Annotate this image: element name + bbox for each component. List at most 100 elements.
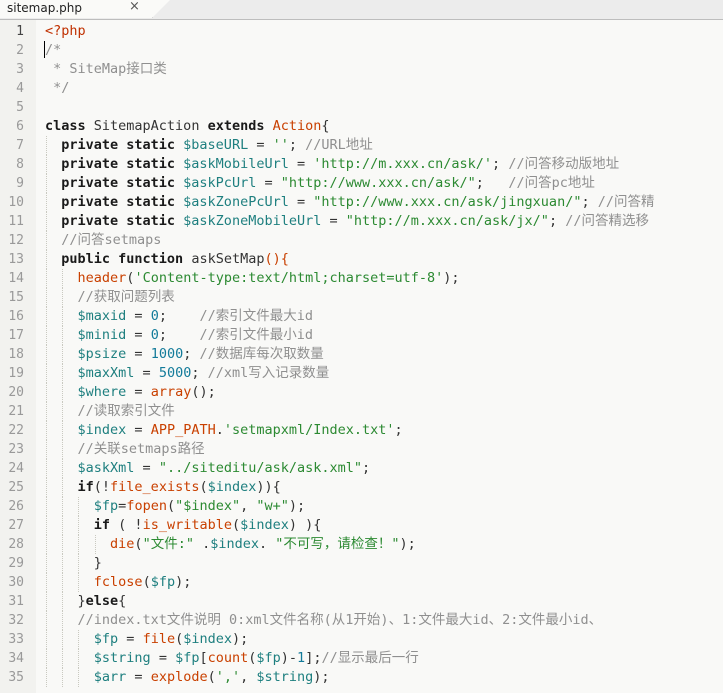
- code-line: * SiteMap接口类: [45, 60, 167, 79]
- indent-guide: [46, 155, 47, 174]
- code-token: '': [272, 137, 289, 153]
- indent-guide: [46, 554, 47, 573]
- indent-guide: [46, 193, 47, 212]
- code-token: );: [443, 270, 460, 286]
- indent-guide: [78, 497, 80, 516]
- indent-guide: [62, 421, 64, 440]
- code-token: .: [193, 536, 211, 552]
- code-token: 0: [150, 327, 159, 343]
- indent-guide: [62, 516, 64, 535]
- code-token: .: [215, 422, 224, 438]
- indent-guide: [62, 440, 64, 459]
- indent-guide: [46, 459, 47, 478]
- indent-guide: [46, 421, 47, 440]
- code-token: ( !: [110, 517, 143, 533]
- line-number: 10: [8, 195, 24, 210]
- code-token: $minid: [77, 327, 127, 343]
- code-editor[interactable]: 1 2 3 4 5 6 7 8 9 10 11 12 13 14 15 16 17 18 19 20 21 22 23 24 2…: [0, 20, 723, 693]
- code-token: );: [313, 669, 330, 685]
- code-line: }: [45, 554, 102, 573]
- indent-guide: [62, 592, 64, 611]
- indent-guide: [46, 440, 47, 459]
- code-token: private static: [45, 156, 184, 172]
- tab-label: sitemap.php: [7, 1, 82, 15]
- code-token: //问答pc地址: [508, 175, 595, 191]
- indent-guide: [46, 402, 47, 421]
- code-token: (: [207, 669, 216, 685]
- indent-guide: [46, 478, 47, 497]
- code-token: );: [288, 498, 306, 514]
- code-line: if(!file_exists($index)){: [45, 478, 281, 497]
- indent-guide: [62, 497, 64, 516]
- code-line: $where = array();: [45, 383, 216, 402]
- code-token: file_exists: [110, 479, 200, 495]
- code-line: //index.txt文件说明 0:xml文件名称(从1开始)、1:文件最大id…: [45, 611, 603, 630]
- code-token: //URL地址: [305, 137, 373, 153]
- code-token: .: [259, 536, 276, 552]
- code-line: header('Content-type:text/html;charset=u…: [45, 269, 460, 288]
- code-token: "http://www.xxx.cn/ask/": [280, 175, 476, 191]
- code-token: $baseURL: [183, 137, 249, 153]
- code-token: //索引文件最小id: [199, 327, 313, 343]
- code-token: file: [142, 631, 176, 647]
- code-token: fopen: [126, 498, 167, 514]
- code-token: =: [118, 631, 143, 647]
- code-line: fclose($fp);: [45, 573, 192, 592]
- code-token: private static: [45, 213, 184, 229]
- code-token: =: [288, 156, 314, 172]
- code-token: 5000: [158, 365, 192, 381]
- indent-guide: [78, 649, 80, 668]
- line-number: 6: [16, 119, 24, 134]
- line-number: 8: [16, 157, 24, 172]
- tab-sitemap-php[interactable]: sitemap.php ×: [0, 0, 153, 18]
- line-number: 3: [16, 62, 24, 77]
- code-token: APP_PATH: [150, 422, 216, 438]
- code-token: ];: [305, 650, 322, 666]
- indent-guide: [62, 573, 64, 592]
- code-token: ;: [158, 327, 200, 343]
- code-token: $askZoneMobileUrl: [183, 213, 322, 229]
- code-token: private static: [45, 137, 184, 153]
- close-icon[interactable]: ×: [129, 0, 140, 14]
- code-line: $index = APP_PATH.'setmapxml/Index.txt';: [45, 421, 403, 440]
- indent-guide: [62, 554, 64, 573]
- code-token: ;: [362, 460, 371, 476]
- code-token: $fp: [175, 650, 200, 666]
- line-number: 7: [16, 138, 24, 153]
- code-token: "../siteditu/ask/ask.xml": [158, 460, 363, 476]
- code-token: $string: [93, 650, 151, 666]
- code-token: );: [175, 574, 192, 590]
- indent-guide: [62, 630, 64, 649]
- code-line: $arr = explode(',', $string);: [45, 668, 330, 687]
- code-line: private static $askMobileUrl = 'http://m…: [45, 155, 619, 174]
- code-line: /*: [45, 41, 61, 60]
- code-token: //问答精: [597, 194, 655, 210]
- code-token: /*: [45, 42, 62, 58]
- code-area[interactable]: <?php /* * SiteMap接口类 */ class SitemapActi…: [45, 20, 723, 693]
- indent-guide: [46, 668, 47, 687]
- code-token: //问答移动版地址: [508, 156, 620, 172]
- line-number: 11: [8, 214, 24, 229]
- indent-guide: [78, 516, 80, 535]
- code-token: */: [45, 80, 70, 96]
- indent-guide: [62, 402, 64, 421]
- indent-guide: [46, 383, 47, 402]
- line-number: 30: [8, 575, 24, 590]
- code-token: {: [321, 118, 330, 134]
- code-token: askSetMap: [191, 251, 265, 267]
- code-token: $askZonePcUrl: [183, 194, 289, 210]
- code-token: //问答精选移: [565, 213, 649, 229]
- indent-guide: [62, 668, 64, 687]
- indent-guide: [62, 383, 64, 402]
- code-token: ;: [492, 156, 509, 172]
- line-number: 21: [8, 404, 24, 419]
- indent-guide: [62, 269, 64, 288]
- code-line: }else{: [45, 592, 127, 611]
- code-token: =: [256, 175, 281, 191]
- code-token: $index: [210, 536, 259, 552]
- code-token: //显示最后一行: [321, 650, 419, 666]
- code-token: $fp: [93, 631, 119, 647]
- code-token: $psize: [77, 346, 127, 362]
